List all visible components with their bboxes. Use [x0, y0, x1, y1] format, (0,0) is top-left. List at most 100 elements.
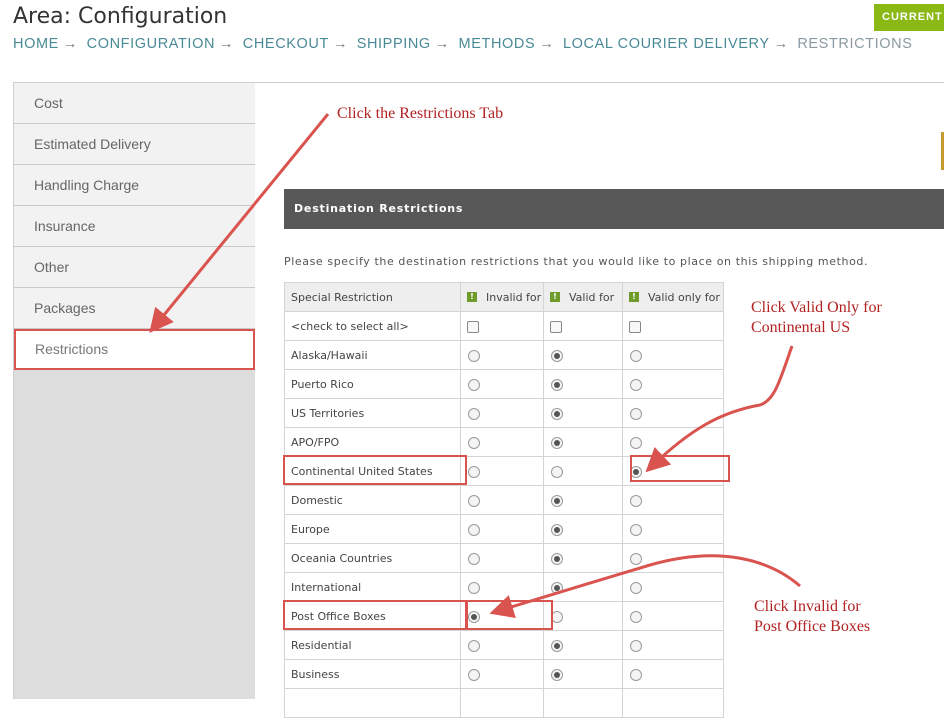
table-row: Continental United States: [284, 456, 724, 486]
select-all-invalid-checkbox[interactable]: [467, 320, 479, 333]
table-header-row: Special Restriction ! Invalid for ! Valid …: [284, 282, 724, 312]
column-header-valid-only: ! Valid only for: [622, 282, 724, 312]
radio-invalid[interactable]: [468, 610, 480, 623]
radio-valid[interactable]: [551, 668, 563, 681]
radio-valid-only[interactable]: [630, 581, 642, 594]
breadcrumb-home[interactable]: HOME: [13, 36, 59, 52]
restriction-label: International: [284, 572, 461, 602]
radio-invalid[interactable]: [468, 378, 480, 391]
annotation-continental-line2: Continental US: [751, 319, 851, 336]
breadcrumb-shipping[interactable]: SHIPPING: [357, 36, 431, 52]
info-icon[interactable]: !: [467, 292, 477, 302]
table-row: Post Office Boxes: [284, 601, 724, 631]
radio-invalid[interactable]: [468, 436, 480, 449]
info-icon[interactable]: !: [550, 292, 560, 302]
breadcrumb-methods[interactable]: METHODS: [459, 36, 536, 52]
radio-valid-only[interactable]: [630, 523, 642, 536]
radio-valid[interactable]: [551, 494, 563, 507]
radio-invalid[interactable]: [468, 552, 480, 565]
table-row-empty: [284, 688, 724, 718]
select-all-label: <check to select all>: [284, 311, 461, 341]
sidebar-item-packages[interactable]: Packages: [14, 288, 255, 329]
restriction-label: APO/FPO: [284, 427, 461, 457]
column-header-valid-label: Valid for: [569, 290, 615, 304]
radio-invalid[interactable]: [468, 465, 480, 478]
restriction-label: Post Office Boxes: [284, 601, 461, 631]
current-store-button[interactable]: CURRENT S: [874, 4, 944, 31]
radio-valid-only[interactable]: [630, 407, 642, 420]
select-all-valid-only-checkbox[interactable]: [629, 320, 641, 333]
sidebar-item-restrictions[interactable]: Restrictions: [14, 329, 255, 370]
radio-valid[interactable]: [551, 581, 563, 594]
table-row: Domestic: [284, 485, 724, 515]
sidebar-item-handling-charge[interactable]: Handling Charge: [14, 165, 255, 206]
annotation-po-line2: Post Office Boxes: [754, 618, 871, 635]
table-row: Oceania Countries: [284, 543, 724, 573]
restriction-label: Alaska/Hawaii: [284, 340, 461, 370]
radio-valid-only[interactable]: [630, 436, 642, 449]
radio-valid[interactable]: [551, 639, 563, 652]
radio-invalid[interactable]: [468, 407, 480, 420]
restriction-label: US Territories: [284, 398, 461, 428]
radio-valid[interactable]: [551, 465, 563, 478]
radio-valid[interactable]: [551, 349, 563, 362]
radio-valid[interactable]: [551, 610, 563, 623]
sidebar-item-insurance[interactable]: Insurance: [14, 206, 255, 247]
radio-invalid[interactable]: [468, 581, 480, 594]
radio-invalid[interactable]: [468, 668, 480, 681]
restriction-label: Oceania Countries: [284, 543, 461, 573]
table-row: Business: [284, 659, 724, 689]
table-row: Alaska/Hawaii: [284, 340, 724, 370]
sidebar-item-cost[interactable]: Cost: [14, 83, 255, 124]
select-all-row: <check to select all>: [284, 311, 724, 341]
radio-invalid[interactable]: [468, 494, 480, 507]
section-header: Destination Restrictions: [284, 189, 944, 229]
breadcrumb: HOME → CONFIGURATION → CHECKOUT → SHIPPING →…: [13, 36, 913, 52]
radio-valid-only[interactable]: [630, 494, 642, 507]
radio-valid-only[interactable]: [630, 610, 642, 623]
annotation-continental-line1: Click Valid Only for: [751, 299, 882, 316]
radio-invalid[interactable]: [468, 639, 480, 652]
breadcrumb-restrictions: RESTRICTIONS: [797, 36, 913, 52]
column-header-invalid: ! Invalid for: [460, 282, 544, 312]
table-row: International: [284, 572, 724, 602]
radio-valid[interactable]: [551, 552, 563, 565]
restriction-label: Domestic: [284, 485, 461, 515]
radio-valid[interactable]: [551, 378, 563, 391]
radio-valid-only[interactable]: [630, 552, 642, 565]
restriction-label: Europe: [284, 514, 461, 544]
radio-valid[interactable]: [551, 407, 563, 420]
radio-invalid[interactable]: [468, 523, 480, 536]
restriction-label: Residential: [284, 630, 461, 660]
radio-valid-only[interactable]: [630, 639, 642, 652]
breadcrumb-configuration[interactable]: CONFIGURATION: [87, 36, 215, 52]
breadcrumb-separator: →: [434, 36, 450, 52]
restrictions-table: Special Restriction ! Invalid for ! Valid …: [284, 282, 724, 718]
breadcrumb-separator: →: [219, 36, 235, 52]
table-row: Europe: [284, 514, 724, 544]
breadcrumb-separator: →: [539, 36, 555, 52]
sidebar-item-other[interactable]: Other: [14, 247, 255, 288]
page-title: Area: Configuration: [13, 4, 228, 29]
sidebar-item-estimated-delivery[interactable]: Estimated Delivery: [14, 124, 255, 165]
radio-valid[interactable]: [551, 436, 563, 449]
radio-valid-only[interactable]: [630, 378, 642, 391]
instructions-text: Please specify the destination restricti…: [284, 255, 869, 268]
column-header-invalid-label: Invalid for: [486, 290, 542, 304]
radio-valid-only[interactable]: [630, 349, 642, 362]
annotation-restrictions-tab: Click the Restrictions Tab: [337, 105, 504, 122]
radio-valid[interactable]: [551, 523, 563, 536]
breadcrumb-checkout[interactable]: CHECKOUT: [243, 36, 329, 52]
annotation-po-line1: Click Invalid for: [754, 598, 861, 615]
column-header-special-restriction: Special Restriction: [284, 282, 461, 312]
radio-invalid[interactable]: [468, 349, 480, 362]
breadcrumb-separator: →: [332, 36, 349, 52]
radio-valid-only[interactable]: [630, 668, 642, 681]
select-all-valid-checkbox[interactable]: [550, 320, 562, 333]
breadcrumb-local-courier-delivery[interactable]: LOCAL COURIER DELIVERY: [563, 36, 770, 52]
radio-valid-only[interactable]: [630, 465, 642, 478]
info-icon[interactable]: !: [629, 292, 639, 302]
table-row: APO/FPO: [284, 427, 724, 457]
sidebar: Cost Estimated Delivery Handling Charge …: [13, 83, 255, 699]
restriction-label: Continental United States: [284, 456, 461, 486]
